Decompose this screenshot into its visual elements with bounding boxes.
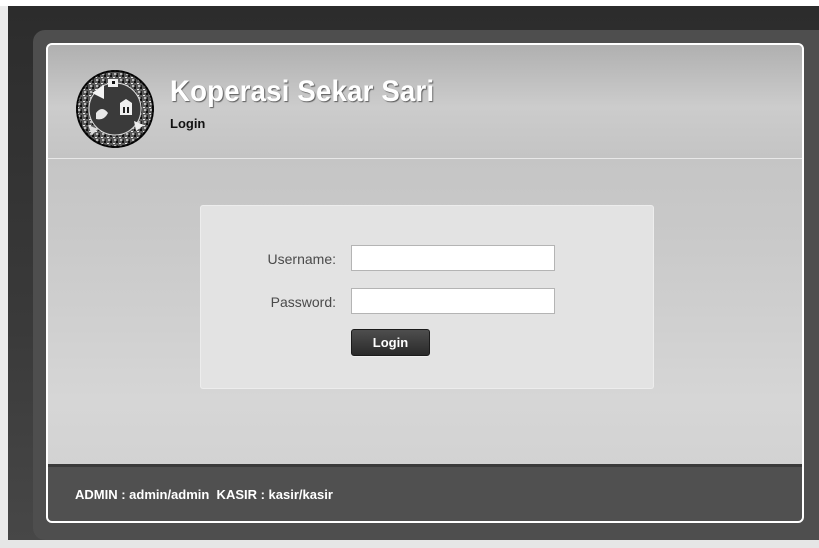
footer-credentials-text: ADMIN : admin/admin KASIR : kasir/kasir	[75, 487, 333, 502]
login-window: Koperasi Sekar Sari Login Username: Pass…	[46, 43, 804, 523]
username-label: Username:	[267, 251, 336, 267]
header: Koperasi Sekar Sari Login	[48, 45, 802, 159]
page-subtitle: Login	[170, 116, 206, 131]
footer: ADMIN : admin/admin KASIR : kasir/kasir	[48, 464, 802, 521]
login-panel: Username: Password: Login	[200, 205, 654, 389]
password-input[interactable]	[351, 288, 555, 314]
username-row: Username:	[200, 245, 654, 273]
site-title: Koperasi Sekar Sari	[170, 75, 435, 108]
username-input[interactable]	[351, 245, 555, 271]
login-button[interactable]: Login	[351, 329, 430, 356]
password-row: Password:	[200, 288, 654, 316]
password-label: Password:	[270, 294, 336, 310]
cooperative-emblem-icon	[74, 69, 156, 149]
page-bottom-band	[0, 540, 819, 548]
